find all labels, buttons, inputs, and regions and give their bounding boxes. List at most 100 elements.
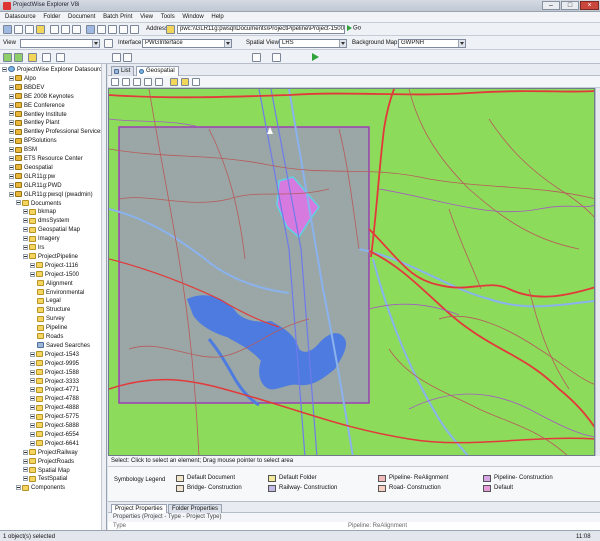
tree-subfolder[interactable]: Legal — [37, 297, 61, 306]
tree-project[interactable]: Project-6641 — [30, 440, 79, 449]
tree-project[interactable]: Project-9995 — [30, 360, 79, 369]
expand-toggle-icon[interactable] — [30, 396, 35, 402]
tree-project[interactable]: Project-4888 — [30, 404, 79, 413]
minimize-button[interactable]: – — [542, 1, 560, 10]
expand-toggle-icon[interactable] — [23, 476, 28, 482]
expand-toggle-icon[interactable] — [30, 360, 35, 366]
expand-toggle-icon[interactable] — [23, 244, 28, 250]
tree-subfolder[interactable]: Pipeline — [37, 324, 67, 333]
menu-document[interactable]: Document — [65, 12, 98, 22]
expand-toggle-icon[interactable] — [16, 200, 21, 206]
expand-toggle-icon[interactable] — [30, 351, 35, 357]
expand-toggle-icon[interactable] — [30, 378, 35, 384]
expand-toggle-icon[interactable] — [23, 209, 28, 215]
tree-datasource[interactable]: BSM — [9, 146, 37, 155]
folder-up-icon[interactable] — [28, 53, 37, 62]
geospatial-map[interactable] — [108, 88, 595, 456]
nav-back-icon[interactable] — [3, 53, 12, 62]
expand-toggle-icon[interactable] — [9, 75, 14, 81]
info-icon[interactable] — [192, 78, 200, 86]
interface-select[interactable]: PWGInterface — [142, 39, 232, 48]
spatial-view-select[interactable]: LRS — [279, 39, 347, 48]
menu-folder[interactable]: Folder — [40, 12, 63, 22]
tree-scrollbar[interactable] — [101, 64, 106, 530]
view-edit-icon[interactable] — [104, 39, 113, 48]
expand-toggle-icon[interactable] — [30, 414, 35, 420]
expand-toggle-icon[interactable] — [9, 191, 14, 197]
expand-toggle-icon[interactable] — [23, 236, 28, 242]
delete-icon[interactable] — [72, 25, 81, 34]
go-button[interactable]: Go — [347, 25, 369, 34]
new-icon[interactable] — [25, 25, 34, 34]
expand-toggle-icon[interactable] — [30, 431, 35, 437]
tree-subfolder[interactable]: Alignment — [37, 280, 73, 289]
help-icon[interactable] — [108, 25, 117, 34]
tree-folder-projectpipeline[interactable]: ProjectPipeline — [23, 253, 78, 262]
expand-toggle-icon[interactable] — [9, 102, 14, 108]
tree-datasource[interactable]: GLR11g:pwsql (pwadmin) — [9, 191, 93, 200]
expand-toggle-icon[interactable] — [30, 387, 35, 393]
print-icon[interactable] — [119, 25, 128, 34]
tree-datasource[interactable]: Alpo — [9, 75, 36, 84]
tree-subfolder[interactable]: Roads — [37, 333, 63, 342]
map-scrollbar[interactable] — [595, 88, 600, 456]
tree-datasource[interactable]: Bentley Institute — [9, 110, 67, 120]
document-layer-icon[interactable] — [181, 78, 189, 86]
nav-forward-icon[interactable] — [14, 53, 23, 62]
tree-project[interactable]: Project-4771 — [30, 386, 79, 395]
back-icon[interactable] — [3, 25, 12, 34]
tree-project[interactable]: Project-4788 — [30, 395, 79, 404]
tree-project[interactable]: Project-1116 — [30, 262, 78, 271]
expand-toggle-icon[interactable] — [23, 218, 28, 224]
menu-window[interactable]: Window — [179, 12, 206, 22]
background-map-select[interactable]: GWPNH — [398, 39, 466, 48]
tree-folder[interactable]: ProjectRailway — [23, 449, 78, 458]
tree-folder[interactable]: lrs — [23, 244, 44, 253]
view-icon[interactable] — [130, 25, 139, 34]
expand-toggle-icon[interactable] — [30, 369, 35, 375]
edit-icon[interactable] — [112, 53, 121, 62]
expand-toggle-icon[interactable] — [2, 66, 7, 72]
expand-toggle-icon[interactable] — [23, 253, 28, 259]
tree-folder-documents[interactable]: Documents — [16, 199, 61, 209]
address-input[interactable]: pwc:\\GLR11g:pwsql\Documents\ProjectPipe… — [177, 25, 345, 34]
menu-view[interactable]: View — [137, 12, 156, 22]
tree-folder[interactable]: Spatial Map — [23, 466, 70, 476]
layer-icon[interactable] — [252, 53, 261, 62]
tree-datasource[interactable]: GLR11g:pw — [9, 173, 55, 182]
expand-toggle-icon[interactable] — [9, 164, 14, 170]
tree-project[interactable]: Project-5775 — [30, 413, 79, 422]
expand-toggle-icon[interactable] — [9, 120, 14, 126]
view-select[interactable] — [20, 39, 100, 48]
tree-subfolder[interactable]: Structure — [37, 306, 70, 315]
expand-toggle-icon[interactable] — [9, 84, 14, 90]
tree-datasource[interactable]: BE 2008 Keynotes — [9, 93, 74, 102]
copy-icon[interactable] — [50, 25, 59, 34]
expand-toggle-icon[interactable] — [9, 147, 14, 153]
search-icon[interactable] — [97, 25, 106, 34]
tree-datasource[interactable]: Bentley Plant — [9, 119, 59, 128]
tree-datasource[interactable]: Geospatial — [9, 164, 53, 173]
tree-folder[interactable]: ProjectRoads — [23, 458, 74, 467]
expand-toggle-icon[interactable] — [23, 449, 28, 455]
tree-project[interactable]: Project-1588 — [30, 369, 79, 378]
maximize-button[interactable]: □ — [561, 1, 579, 10]
expand-toggle-icon[interactable] — [9, 155, 14, 161]
expand-toggle-icon[interactable] — [16, 485, 21, 491]
tree-project[interactable]: Project-1500 — [30, 271, 79, 280]
refresh-icon[interactable] — [86, 25, 95, 34]
tree-folder[interactable]: TestSpatial — [23, 475, 67, 484]
tree-subfolder[interactable]: Environmental — [37, 288, 84, 298]
tree-datasource[interactable]: BBDEV — [9, 84, 44, 93]
tree-folder[interactable]: dmsSystem — [23, 217, 69, 226]
expand-toggle-icon[interactable] — [23, 467, 28, 473]
expand-toggle-icon[interactable] — [9, 182, 14, 188]
folder-layer-icon[interactable] — [170, 78, 178, 86]
apply-icon[interactable] — [312, 53, 319, 61]
menu-tools[interactable]: Tools — [158, 12, 178, 22]
tree-folder-components[interactable]: Components — [16, 484, 65, 493]
expand-toggle-icon[interactable] — [9, 173, 14, 179]
close-button[interactable]: × — [580, 1, 599, 10]
expand-toggle-icon[interactable] — [30, 262, 35, 268]
tree-subfolder[interactable]: Survey — [37, 315, 65, 324]
